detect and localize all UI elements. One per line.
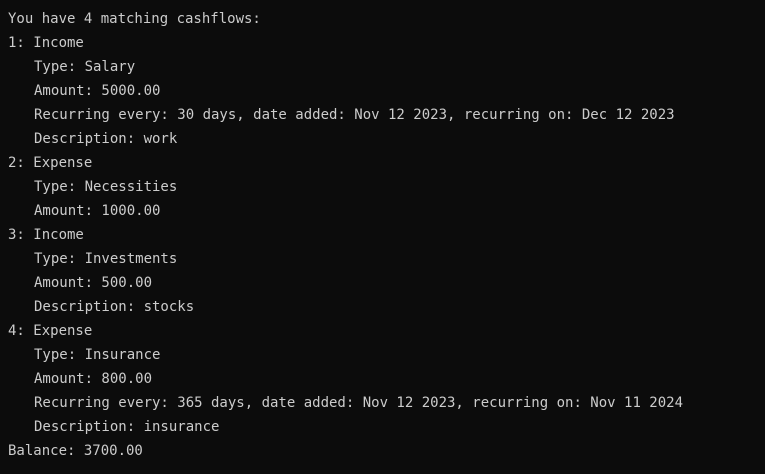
cashflow-title: 1: Income: [8, 35, 84, 51]
result-header: You have 4 matching cashflows:: [8, 11, 261, 27]
cashflow-amount: Amount: 1000.00: [34, 203, 161, 219]
balance-line: Balance: 3700.00: [8, 443, 143, 459]
cashflow-item-3: 3: Income Type: Investments Amount: 500.…: [8, 223, 765, 319]
cashflow-type: Type: Necessities: [34, 179, 178, 195]
cashflow-item-2: 2: Expense Type: Necessities Amount: 100…: [8, 151, 765, 223]
cashflow-amount: Amount: 5000.00: [34, 83, 161, 99]
cashflow-description: Description: work: [34, 131, 178, 147]
cashflow-recurring: Recurring every: 30 days, date added: No…: [34, 107, 675, 123]
cashflow-title: 3: Income: [8, 227, 84, 243]
cashflow-amount: Amount: 800.00: [34, 371, 153, 387]
cashflow-title: 2: Expense: [8, 155, 93, 171]
cashflow-title: 4: Expense: [8, 323, 93, 339]
cashflow-description: Description: insurance: [34, 419, 220, 435]
cashflow-type: Type: Investments: [34, 251, 178, 267]
cashflow-item-1: 1: Income Type: Salary Amount: 5000.00 R…: [8, 31, 765, 151]
cashflow-amount: Amount: 500.00: [34, 275, 153, 291]
cashflow-type: Type: Insurance: [34, 347, 161, 363]
cashflow-description: Description: stocks: [34, 299, 195, 315]
cashflow-type: Type: Salary: [34, 59, 136, 75]
cashflow-recurring: Recurring every: 365 days, date added: N…: [34, 395, 684, 411]
cashflow-item-4: 4: Expense Type: Insurance Amount: 800.0…: [8, 319, 765, 439]
terminal-output: You have 4 matching cashflows: 1: Income…: [0, 0, 765, 474]
